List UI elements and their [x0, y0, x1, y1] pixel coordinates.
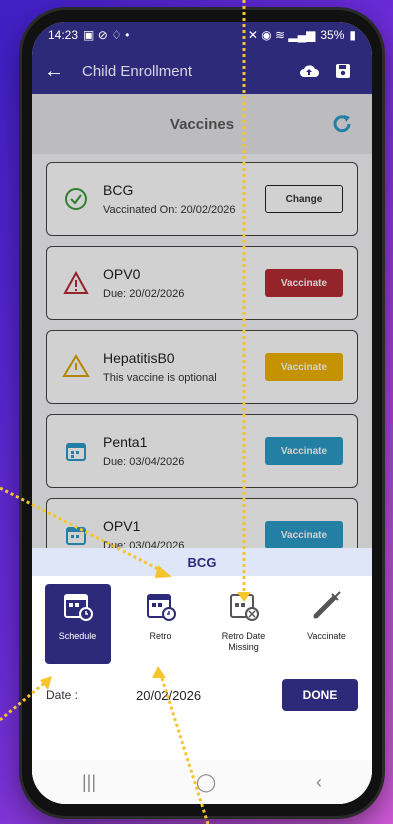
schedule-option[interactable]: Schedule — [44, 584, 111, 664]
home-icon[interactable]: ◯ — [196, 772, 216, 793]
vaccinate-option[interactable]: Vaccinate — [294, 584, 360, 664]
app-bar: ← Child Enrollment — [32, 48, 372, 94]
syringe-icon — [310, 590, 344, 627]
option-label: Schedule — [58, 631, 97, 641]
done-button[interactable]: DONE — [282, 679, 358, 711]
save-icon[interactable] — [326, 63, 360, 79]
option-label: Retro Date Missing — [221, 631, 266, 652]
back-arrow-icon[interactable]: ← — [44, 60, 74, 83]
date-row: Date : 20/02/2026 DONE — [32, 664, 372, 714]
status-bar: 14:23 ▣ ⊘ ♢ • ✕ ◉ ≋ ▂▄▆ 35% ▮ — [32, 22, 372, 48]
battery-icon: ▮ — [349, 28, 356, 42]
calendar-history-icon — [145, 590, 177, 627]
recents-icon[interactable]: ||| — [82, 772, 96, 793]
signal-icons: ✕ ◉ ≋ ▂▄▆ — [247, 28, 316, 42]
battery-level: 35% — [320, 28, 345, 42]
option-label: Vaccinate — [307, 631, 346, 641]
phone-screen: 14:23 ▣ ⊘ ♢ • ✕ ◉ ≋ ▂▄▆ 35% ▮ ← Child En… — [32, 22, 372, 804]
page-title: Child Enrollment — [82, 62, 193, 80]
calendar-x-icon — [228, 590, 260, 627]
date-label: Date : — [46, 688, 79, 702]
retro-date-missing-option[interactable]: Retro Date Missing — [211, 584, 277, 664]
status-time: 14:23 — [48, 28, 79, 42]
sheet-title: BCG — [32, 548, 372, 576]
date-value[interactable]: 20/02/2026 — [136, 688, 282, 703]
option-row: Schedule Retro Retro Date Missing Vaccin… — [32, 576, 372, 664]
notification-icons: ▣ ⊘ ♢ • — [83, 28, 130, 42]
retro-option[interactable]: Retro — [128, 584, 194, 664]
android-nav-bar: ||| ◯ ‹ — [32, 760, 372, 804]
option-label: Retro — [149, 631, 172, 641]
cloud-upload-icon[interactable] — [292, 63, 326, 79]
bottom-sheet: BCG Schedule Retro Retro Date Missing Va… — [32, 548, 372, 804]
back-icon[interactable]: ‹ — [316, 772, 322, 793]
calendar-clock-icon — [62, 590, 94, 627]
dim-overlay — [32, 94, 372, 620]
